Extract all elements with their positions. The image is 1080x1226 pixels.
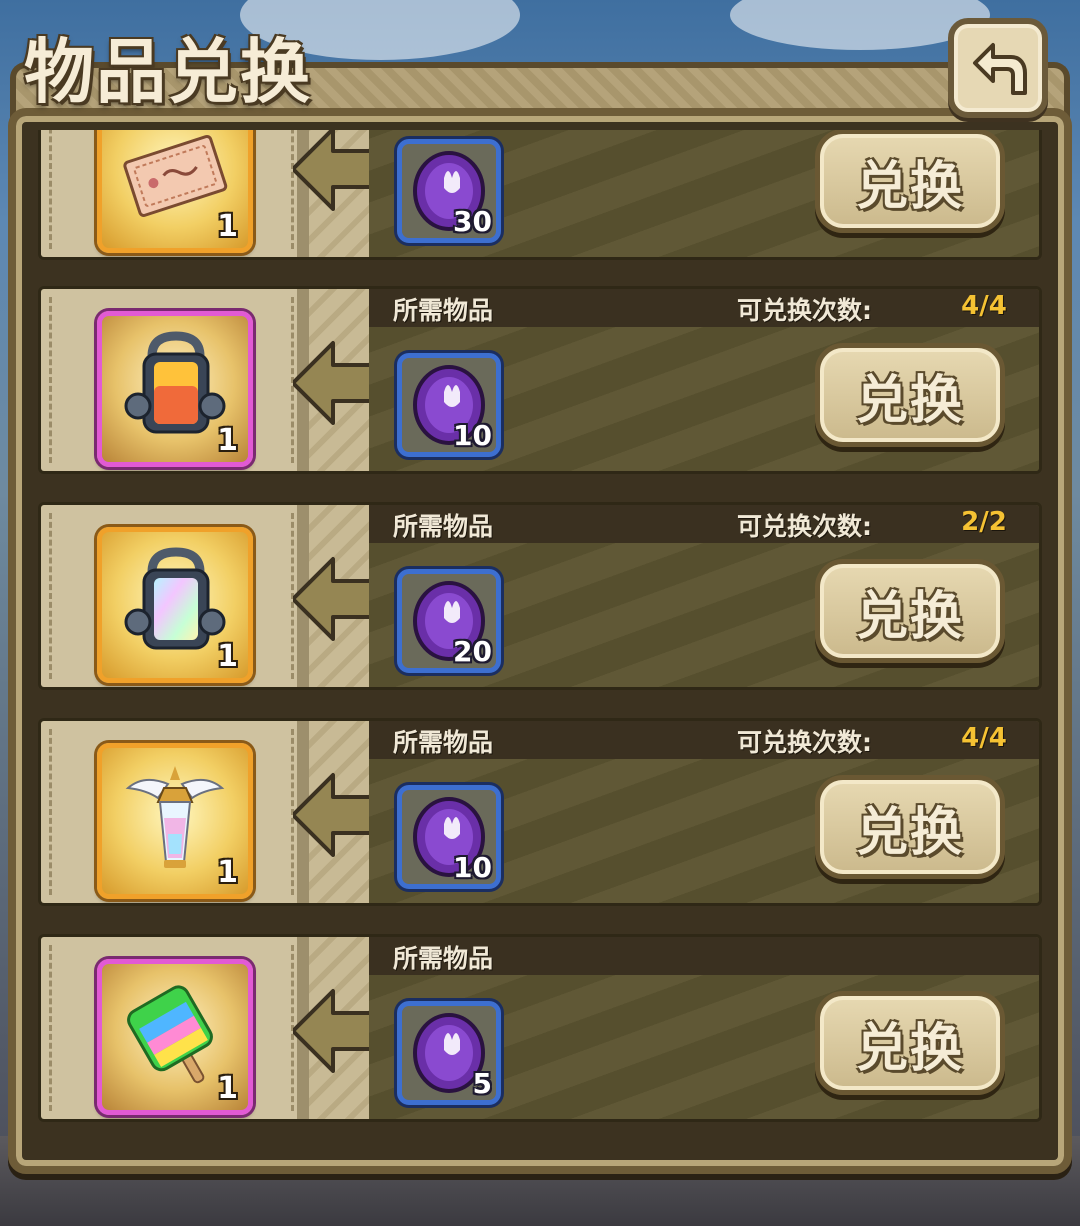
exchange-limit-value: 4/4: [961, 723, 1007, 753]
cost-item-frame[interactable]: 20: [397, 569, 501, 673]
reward-quantity: 1: [217, 639, 238, 674]
exchange-button[interactable]: 兑换: [815, 559, 1005, 663]
arrow-left-icon: [293, 130, 373, 211]
back-button[interactable]: [948, 18, 1048, 118]
exchange-button[interactable]: 兑换: [815, 343, 1005, 447]
reward-frame[interactable]: 1: [97, 743, 253, 899]
exchange-limit-label: 可兑换次数:: [737, 296, 872, 325]
cost-quantity: 10: [453, 851, 492, 884]
reward-quantity: 1: [217, 1071, 238, 1106]
reward-frame[interactable]: 1: [97, 959, 253, 1115]
exchange-row: 1 30 兑换: [38, 130, 1042, 260]
required-items-label: 所需物品: [393, 296, 494, 325]
cost-item-frame[interactable]: 30: [397, 139, 501, 243]
reward-quantity: 1: [217, 209, 238, 244]
exchange-row: 所需物品 可兑换次数: 4/4 1 10 兑换: [38, 286, 1042, 474]
cost-quantity: 10: [453, 419, 492, 452]
exchange-row: 所需物品 1 5 兑换: [38, 934, 1042, 1122]
exchange-row: 所需物品 可兑换次数: 2/2 1 20 兑换: [38, 502, 1042, 690]
exchange-button[interactable]: 兑换: [815, 991, 1005, 1095]
exchange-list[interactable]: 1 30 兑换 所需物品 可兑换次数: 4/4 1 10 兑换 所需物品 可兑换…: [38, 130, 1042, 1150]
exchange-limit-value: 2/2: [961, 507, 1007, 537]
exchange-limit-label: 可兑换次数:: [737, 728, 872, 757]
cost-quantity: 30: [453, 205, 492, 238]
cost-quantity: 20: [453, 635, 492, 668]
reward-quantity: 1: [217, 855, 238, 890]
page-title: 物品兑换: [24, 30, 312, 113]
back-arrow-icon: [973, 43, 1027, 95]
exchange-limit-value: 4/4: [961, 291, 1007, 321]
exchange-panel: 1 30 兑换 所需物品 可兑换次数: 4/4 1 10 兑换 所需物品 可兑换…: [8, 108, 1072, 1174]
reward-frame[interactable]: 1: [97, 311, 253, 467]
reward-frame[interactable]: 1: [97, 130, 253, 253]
required-items-label: 所需物品: [393, 728, 494, 757]
exchange-limit-label: 可兑换次数:: [737, 512, 872, 541]
exchange-row: 所需物品 可兑换次数: 4/4 1 10 兑换: [38, 718, 1042, 906]
exchange-button[interactable]: 兑换: [815, 775, 1005, 879]
cost-item-frame[interactable]: 10: [397, 353, 501, 457]
cost-quantity: 5: [472, 1067, 492, 1100]
arrow-left-icon: [293, 989, 373, 1073]
required-items-label: 所需物品: [393, 512, 494, 541]
arrow-left-icon: [293, 557, 373, 641]
reward-quantity: 1: [217, 423, 238, 458]
cost-item-frame[interactable]: 10: [397, 785, 501, 889]
required-items-label: 所需物品: [393, 944, 494, 973]
reward-frame[interactable]: 1: [97, 527, 253, 683]
arrow-left-icon: [293, 773, 373, 857]
exchange-button[interactable]: 兑换: [815, 130, 1005, 233]
arrow-left-icon: [293, 341, 373, 425]
cost-item-frame[interactable]: 5: [397, 1001, 501, 1105]
